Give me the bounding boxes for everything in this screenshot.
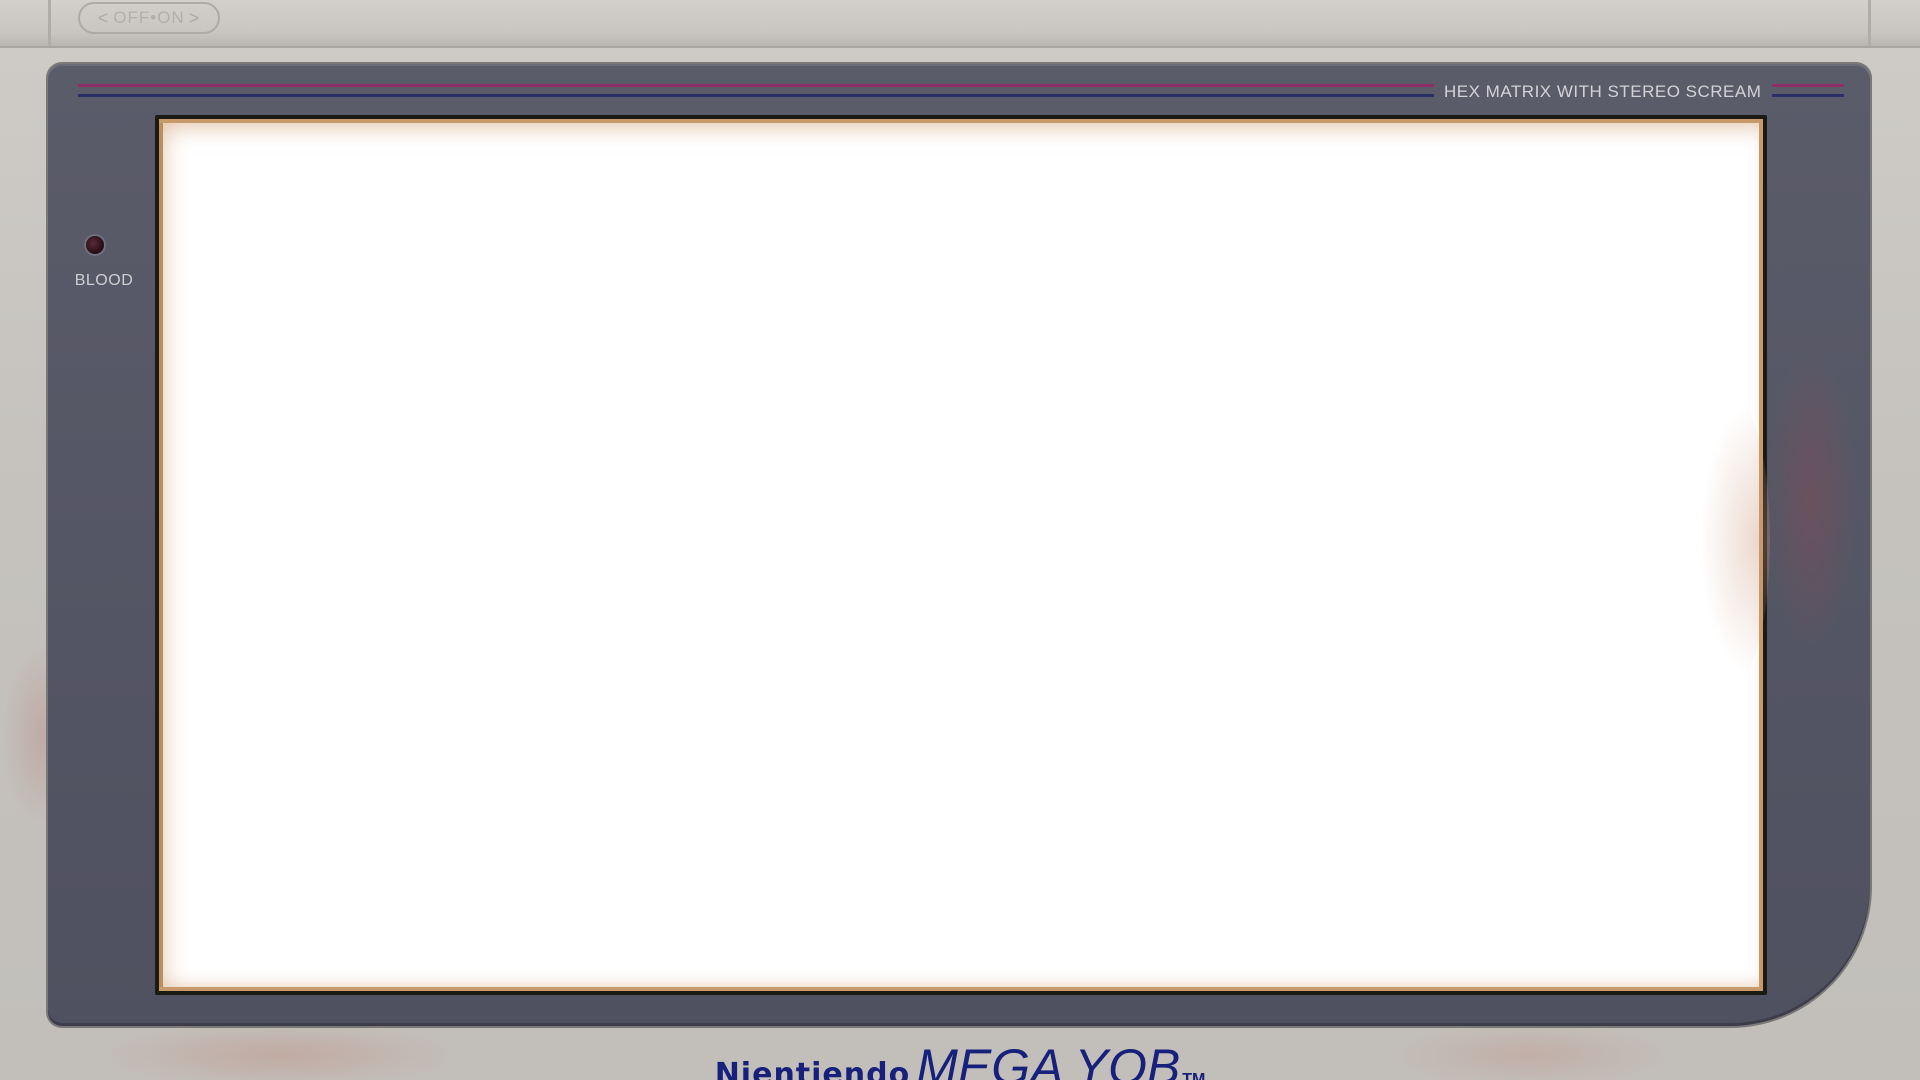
bezel-stripe-magenta-left (78, 84, 1434, 87)
screen-stain (1700, 400, 1770, 680)
top-ridge: < OFF•ON > (0, 0, 1920, 48)
brand-model: MEGA YOB (916, 1039, 1181, 1080)
power-led-indicator (86, 236, 104, 254)
brand-trademark: TM (1182, 1071, 1206, 1080)
power-switch-label: OFF•ON (113, 8, 185, 27)
game-screen[interactable] (159, 119, 1763, 991)
bezel-stripe-navy-left (78, 94, 1434, 97)
power-led-label: BLOOD (74, 272, 134, 289)
bezel-stripe-magenta-right (1772, 84, 1844, 87)
bezel-stripe-navy-right (1772, 94, 1844, 97)
power-switch-left-arrow: < (97, 7, 110, 28)
brand-logo: Nientiendo MEGA YOB TM (0, 1038, 1920, 1080)
ridge-groove-right (1868, 0, 1871, 46)
console-body: < OFF•ON > HEX MATRIX WITH STEREO SCREAM… (0, 0, 1920, 1080)
power-switch[interactable]: < OFF•ON > (78, 2, 220, 34)
ridge-groove-left (48, 0, 51, 46)
bezel-title: HEX MATRIX WITH STEREO SCREAM (1444, 82, 1762, 101)
brand-maker: Nientiendo (714, 1057, 911, 1080)
bezel-stain (1766, 350, 1856, 650)
power-switch-right-arrow: > (188, 7, 201, 28)
